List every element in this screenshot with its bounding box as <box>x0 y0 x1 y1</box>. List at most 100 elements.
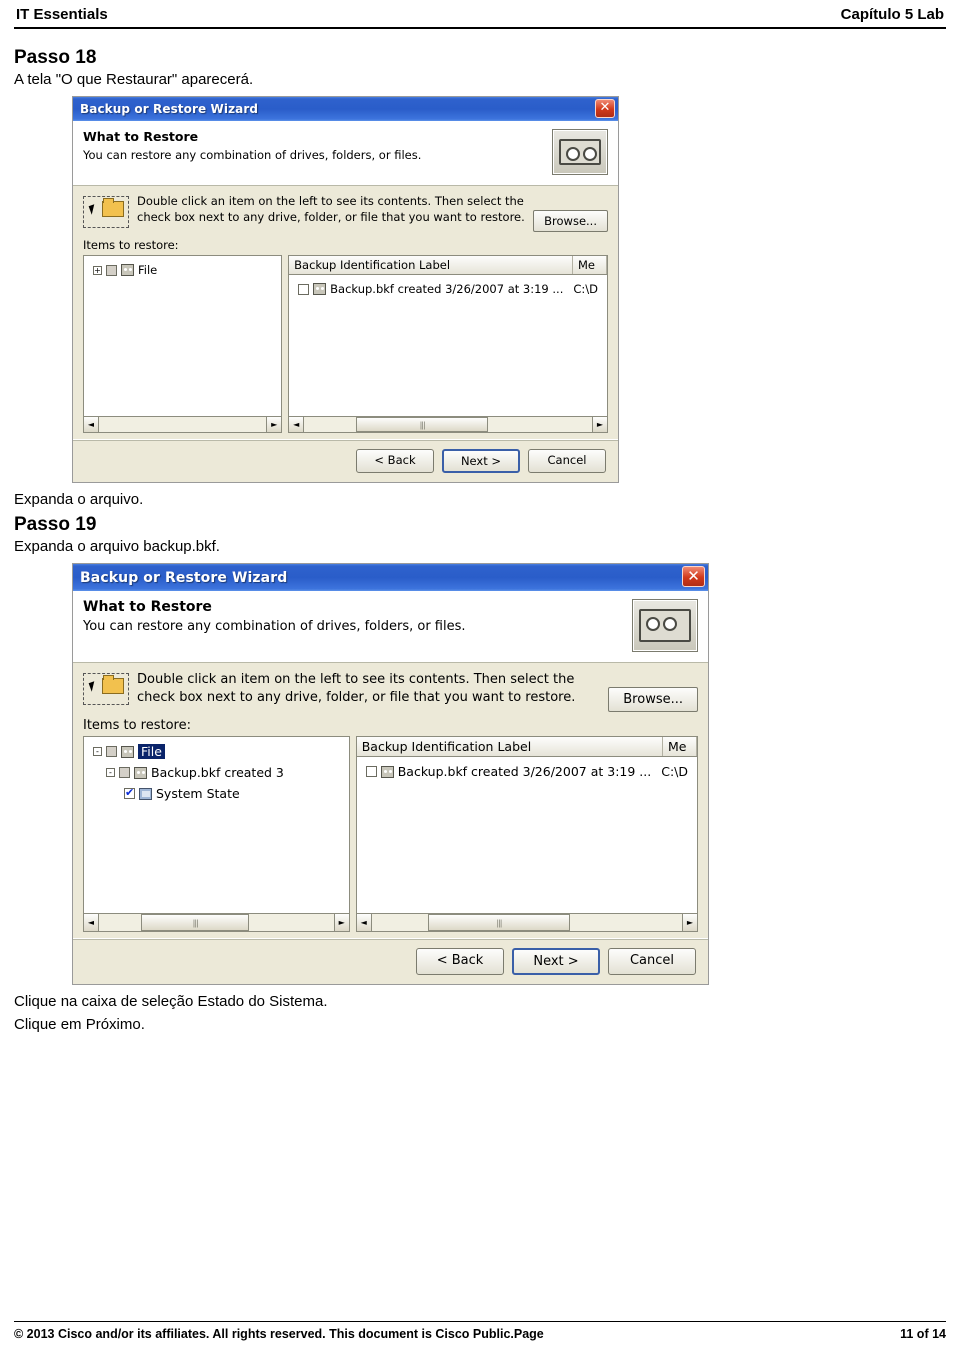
step-19-text: Expanda o arquivo backup.bkf. <box>14 538 220 555</box>
next-button[interactable]: Next > <box>442 449 520 473</box>
column-header-label[interactable]: Backup Identification Label <box>289 256 573 274</box>
tree-item-checkbox[interactable] <box>106 264 117 276</box>
scroll-track[interactable] <box>371 914 682 931</box>
scroll-right-icon[interactable]: ► <box>592 417 607 432</box>
tree-item[interactable]: + File <box>88 260 277 280</box>
expander-icon[interactable]: + <box>93 265 102 275</box>
system-state-checkbox-text: Clique na caixa de seleção Estado do Sis… <box>14 993 328 1010</box>
tape-drive-icon <box>552 129 608 175</box>
back-button[interactable]: < Back <box>416 948 504 975</box>
footer-divider <box>14 1321 946 1322</box>
dialog1-list-header: Backup Identification Label Me <box>289 256 607 275</box>
dialog1-titlebar: Backup or Restore Wizard ✕ <box>73 97 618 121</box>
tree-item[interactable]: - File <box>88 741 345 762</box>
tape-icon <box>121 745 134 758</box>
tree-item-label: File <box>138 263 158 277</box>
dialog2-list-pane[interactable]: Backup Identification Label Me Backup.bk… <box>355 736 698 932</box>
list-row-label: Backup.bkf created 3/26/2007 at 3:19 ... <box>330 282 564 296</box>
system-state-checkbox[interactable] <box>124 786 135 799</box>
dialog1-tree-pane[interactable]: + File ◄ ► <box>83 255 283 433</box>
step-19-title: Passo 19 <box>14 514 97 535</box>
list-row-media: C:\D <box>661 764 688 779</box>
next-button[interactable]: Next > <box>512 948 600 975</box>
cancel-button[interactable]: Cancel <box>528 449 606 473</box>
tree-item-checkbox[interactable] <box>119 767 130 778</box>
tree-item-label: Backup.bkf created 3 <box>151 765 284 780</box>
collapse-icon[interactable]: - <box>93 747 102 756</box>
column-header-label[interactable]: Backup Identification Label <box>357 737 663 756</box>
dialog1-list-pane[interactable]: Backup Identification Label Me Backup.bk… <box>288 255 608 433</box>
list-row-label: Backup.bkf created 3/26/2007 at 3:19 ... <box>397 764 652 779</box>
tree-item-label: System State <box>156 786 240 801</box>
footer-copyright: © 2013 Cisco and/or its affiliates. All … <box>14 1327 544 1341</box>
dialog1-header-panel: What to Restore You can restore any comb… <box>73 121 618 186</box>
collapse-icon[interactable]: - <box>106 768 115 777</box>
dialog2-heading: What to Restore <box>83 599 212 615</box>
close-icon[interactable]: ✕ <box>595 99 615 118</box>
scroll-thumb[interactable] <box>427 914 571 931</box>
backup-restore-wizard-screenshot-2: Backup or Restore Wizard ✕ What to Resto… <box>72 563 709 985</box>
browse-button[interactable]: Browse... <box>608 687 698 712</box>
browse-button[interactable]: Browse... <box>533 210 608 232</box>
dialog2-instruction-line-2: check box next to any drive, folder, or … <box>137 689 576 705</box>
backup-restore-wizard-screenshot-1: Backup or Restore Wizard ✕ What to Resto… <box>72 96 619 483</box>
tape-icon <box>121 264 134 276</box>
list-pane-scrollbar[interactable]: ◄ ► <box>356 913 697 931</box>
list-row[interactable]: Backup.bkf created 3/26/2007 at 3:19 ...… <box>293 279 603 299</box>
step-18-title: Passo 18 <box>14 47 97 68</box>
list-row[interactable]: Backup.bkf created 3/26/2007 at 3:19 ...… <box>361 761 693 782</box>
expand-archive-text: Expanda o arquivo. <box>14 491 144 508</box>
dialog2-list-header: Backup Identification Label Me <box>356 737 697 757</box>
header-right-title: Capítulo 5 Lab <box>840 6 944 23</box>
scroll-track[interactable] <box>99 417 267 432</box>
system-state-icon <box>139 787 152 800</box>
document-header: IT Essentials Capítulo 5 Lab <box>14 0 946 27</box>
scroll-right-icon[interactable]: ► <box>682 914 697 931</box>
list-row-media: C:\D <box>573 282 598 296</box>
scroll-left-icon[interactable]: ◄ <box>84 914 99 931</box>
tape-drive-icon <box>632 599 698 652</box>
list-row-checkbox[interactable] <box>298 283 310 295</box>
back-button[interactable]: < Back <box>356 449 434 473</box>
dialog2-tree-pane[interactable]: - File - Backup.bkf created 3 ✔ System S… <box>83 736 350 932</box>
close-icon[interactable]: ✕ <box>682 566 705 587</box>
scroll-right-icon[interactable]: ► <box>266 417 282 432</box>
column-header-media[interactable]: Me <box>663 737 697 756</box>
column-header-media[interactable]: Me <box>573 256 607 274</box>
tree-item[interactable]: - Backup.bkf created 3 <box>88 762 345 783</box>
header-divider <box>14 27 946 29</box>
scroll-left-icon[interactable]: ◄ <box>356 914 372 931</box>
list-row-checkbox[interactable] <box>365 766 377 777</box>
tree-item-checkbox[interactable] <box>106 746 117 757</box>
scroll-track[interactable] <box>99 914 334 931</box>
tree-pane-scrollbar[interactable]: ◄ ► <box>84 913 349 931</box>
dialog2-title: Backup or Restore Wizard <box>80 569 288 586</box>
step-18-text: A tela "O que Restaurar" aparecerá. <box>14 71 254 88</box>
dialog1-body: Double click an item on the left to see … <box>73 186 618 439</box>
dialog2-header-panel: What to Restore You can restore any comb… <box>73 591 708 663</box>
scroll-left-icon[interactable]: ◄ <box>84 417 99 432</box>
footer-page-number: 11 of 14 <box>900 1327 946 1341</box>
dialog1-items-label: Items to restore: <box>83 238 179 252</box>
list-pane-scrollbar[interactable]: ◄ ► <box>289 416 607 432</box>
dialog2-titlebar: Backup or Restore Wizard ✕ <box>73 564 708 591</box>
tree-pane-scrollbar[interactable]: ◄ ► <box>84 416 282 432</box>
folder-cursor-icon <box>83 196 129 228</box>
tape-icon <box>313 283 327 295</box>
dialog2-panes: - File - Backup.bkf created 3 ✔ System S… <box>83 736 698 932</box>
scroll-thumb[interactable] <box>141 914 250 931</box>
dialog1-buttons: < Back Next > Cancel <box>73 439 618 482</box>
dialog2-buttons: < Back Next > Cancel <box>73 938 708 984</box>
cancel-button[interactable]: Cancel <box>608 948 696 975</box>
folder-cursor-icon <box>83 673 129 705</box>
dialog2-subheading: You can restore any combination of drive… <box>83 619 466 634</box>
tree-item-label: File <box>138 744 165 759</box>
scroll-thumb[interactable] <box>355 417 489 432</box>
scroll-track[interactable] <box>304 417 592 432</box>
scroll-left-icon[interactable]: ◄ <box>289 417 305 432</box>
scroll-right-icon[interactable]: ► <box>333 914 349 931</box>
document-page: IT Essentials Capítulo 5 Lab Passo 18 A … <box>0 0 960 1351</box>
header-left-title: IT Essentials <box>16 6 108 23</box>
tree-item[interactable]: System State <box>88 783 345 804</box>
dialog1-subheading: You can restore any combination of drive… <box>83 148 422 162</box>
